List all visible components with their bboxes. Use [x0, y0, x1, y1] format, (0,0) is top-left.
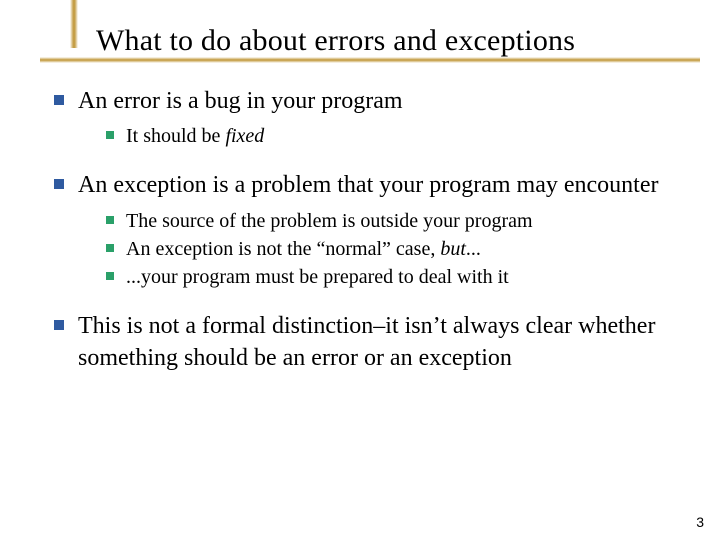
bullet-text: This is not a formal distinction–it isn’… [78, 310, 680, 375]
sub-bullet-group: The source of the problem is outside you… [106, 208, 680, 290]
bullet-text: The source of the problem is outside you… [126, 208, 533, 234]
text-fragment: ... [466, 238, 481, 260]
page-number: 3 [696, 514, 704, 530]
title-accent-horizontal [40, 57, 700, 63]
square-bullet-icon [106, 272, 114, 280]
title-accent-vertical [70, 0, 78, 48]
bullet-text: An error is a bug in your program [78, 85, 403, 117]
bullet-text: An exception is not the “normal” case, b… [126, 236, 481, 262]
bullet-level1: An error is a bug in your program [54, 85, 680, 117]
italic-text: but [440, 238, 466, 260]
text-fragment: An exception is not the “normal” case, [126, 238, 440, 260]
title-block: What to do about errors and exceptions [96, 24, 680, 57]
bullet-level1: An exception is a problem that your prog… [54, 169, 680, 201]
square-bullet-icon [54, 95, 64, 105]
text-fragment: It should be [126, 125, 225, 147]
bullet-text: An exception is a problem that your prog… [78, 169, 659, 201]
slide: What to do about errors and exceptions A… [0, 0, 720, 540]
bullet-level2: The source of the problem is outside you… [106, 208, 680, 234]
bullet-level2: ...your program must be prepared to deal… [106, 264, 680, 290]
square-bullet-icon [54, 179, 64, 189]
content-area: An error is a bug in your program It sho… [54, 85, 680, 375]
bullet-level1: This is not a formal distinction–it isn’… [54, 310, 680, 375]
square-bullet-icon [106, 131, 114, 139]
bullet-text: It should be fixed [126, 123, 264, 149]
sub-bullet-group: It should be fixed [106, 123, 680, 149]
square-bullet-icon [106, 216, 114, 224]
bullet-text: ...your program must be prepared to deal… [126, 264, 509, 290]
square-bullet-icon [106, 244, 114, 252]
italic-text: fixed [225, 125, 264, 147]
bullet-level2: An exception is not the “normal” case, b… [106, 236, 680, 262]
bullet-level2: It should be fixed [106, 123, 680, 149]
square-bullet-icon [54, 320, 64, 330]
slide-title: What to do about errors and exceptions [96, 24, 680, 57]
